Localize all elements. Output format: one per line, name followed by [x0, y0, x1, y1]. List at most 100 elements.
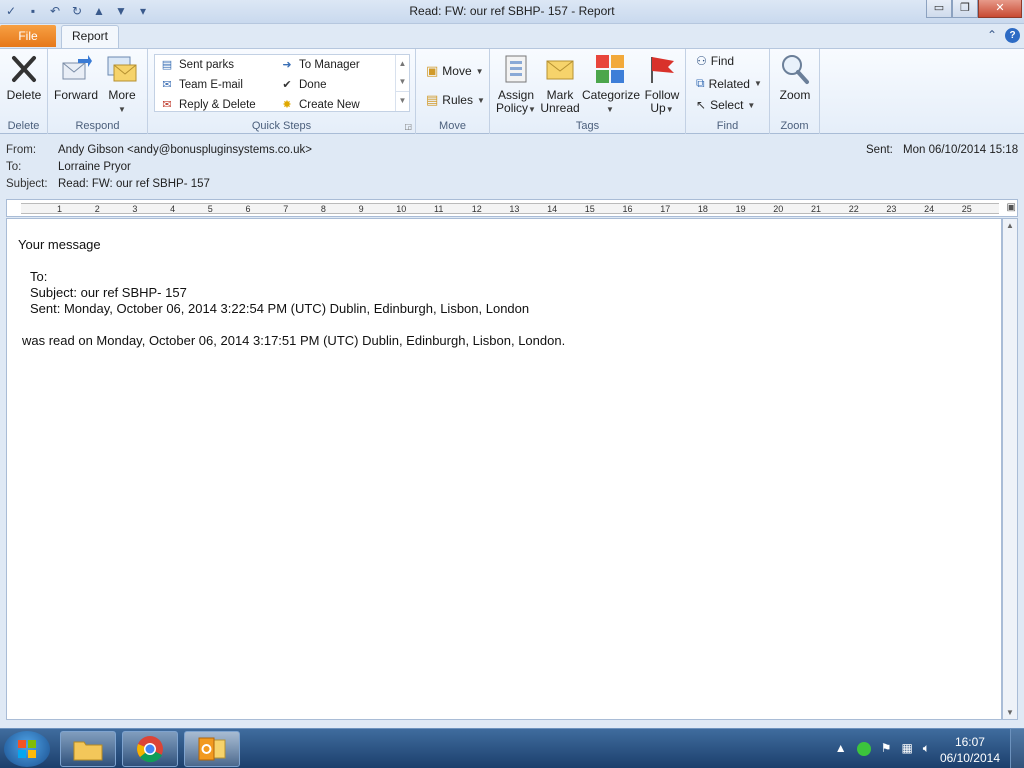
quick-steps-dialog-launcher-icon[interactable]: ◲: [404, 122, 412, 131]
from-value[interactable]: Andy Gibson <andy@bonuspluginsystems.co.…: [58, 144, 312, 156]
categorize-button[interactable]: Categorize ▼: [582, 53, 640, 116]
quick-steps-down-icon[interactable]: ▼: [396, 73, 409, 91]
ruler-tick-label: 15: [584, 204, 595, 214]
windows-logo-icon: [18, 740, 36, 758]
close-button[interactable]: ✕: [978, 0, 1022, 18]
body-scrollbar[interactable]: ▲ ▼: [1002, 218, 1018, 720]
show-desktop-button[interactable]: [1010, 729, 1024, 768]
group-quick-steps-label: Quick Steps: [251, 120, 312, 132]
group-zoom: Zoom Zoom: [770, 49, 820, 134]
quick-steps-scroll[interactable]: ▲ ▼ ▼: [395, 55, 409, 111]
subject-value: Read: FW: our ref SBHP- 157: [58, 178, 210, 190]
more-button[interactable]: More ▼: [100, 53, 144, 116]
ruler-scale: 1 2 3 4 5 6 7 8 9 10 11 12 13 14 15 16 17 18 19 20 21 22 23 24 2…: [21, 203, 999, 214]
forward-label: Forward: [54, 88, 99, 102]
tab-report[interactable]: Report: [61, 25, 119, 48]
quick-step-team-email[interactable]: ✉ Team E-mail: [159, 78, 243, 92]
folder-move-icon: ▤: [161, 59, 173, 71]
assign-policy-icon: [505, 55, 527, 83]
body-line-sent: Sent: Monday, October 06, 2014 3:22:54 P…: [30, 301, 530, 316]
action-center-flag-icon[interactable]: ⚑: [881, 741, 892, 756]
quick-step-to-manager[interactable]: ➜ To Manager: [279, 58, 359, 72]
to-value[interactable]: Lorraine Pryor: [58, 161, 131, 173]
folder-icon: [73, 741, 103, 761]
delete-label: Delete: [6, 88, 42, 102]
select-button[interactable]: ↖ Select ▼: [696, 98, 755, 112]
delete-button[interactable]: Delete: [2, 53, 46, 102]
rules-button[interactable]: ▤ Rules ▼: [426, 92, 485, 108]
categorize-icon: [596, 55, 624, 83]
ribbon-minimize-icon[interactable]: ⌃: [987, 28, 997, 43]
related-button[interactable]: ⧉ Related ▼: [696, 76, 762, 91]
quick-step-reply-delete[interactable]: ✉ Reply & Delete: [159, 98, 255, 112]
related-dropdown-icon: ▼: [753, 79, 762, 88]
message-header: From: Andy Gibson <andy@bonuspluginsyste…: [0, 134, 1024, 196]
ruler: 1 2 3 4 5 6 7 8 9 10 11 12 13 14 15 16 17 18 19 20 21 22 23 24 2…: [6, 199, 1018, 217]
network-icon[interactable]: ▦: [901, 741, 912, 756]
group-tags: Assign Policy▼ Mark Unread Categorize ▼ Fol…: [490, 49, 686, 134]
scroll-down-icon[interactable]: ▼: [1005, 708, 1015, 717]
move-button[interactable]: ▣ Move ▼: [426, 63, 484, 79]
forward-button[interactable]: Forward: [54, 53, 98, 102]
ruler-tick-label: 7: [283, 204, 289, 214]
rules-icon: ▤: [426, 92, 439, 107]
taskbar-explorer[interactable]: [60, 731, 116, 767]
ruler-tick-label: 16: [622, 204, 633, 214]
quick-steps-expand-icon[interactable]: ▼: [396, 91, 409, 109]
start-button[interactable]: [4, 731, 50, 767]
ruler-tick-label: 2: [94, 204, 100, 214]
follow-up-dropdown-icon: ▼: [665, 105, 674, 114]
ruler-tick-label: 18: [697, 204, 708, 214]
quick-step-done[interactable]: ✔ Done: [279, 78, 326, 92]
window-controls: ▭ ❐ ✕: [926, 0, 1022, 18]
mark-unread-button[interactable]: Mark Unread: [538, 53, 582, 115]
scroll-up-icon[interactable]: ▲: [1005, 221, 1015, 230]
delete-x-icon: [12, 56, 36, 82]
minimize-button[interactable]: ▭: [926, 0, 952, 18]
taskbar-chrome[interactable]: [122, 731, 178, 767]
help-icon[interactable]: ?: [1005, 28, 1020, 43]
checkmark-icon: ✔: [282, 79, 292, 91]
taskbar-outlook[interactable]: [184, 731, 240, 767]
tab-file[interactable]: File: [0, 25, 56, 47]
taskbar-clock[interactable]: 16:07 06/10/2014: [940, 734, 1000, 766]
more-label: More: [108, 88, 136, 102]
clock-time: 16:07: [954, 735, 985, 749]
volume-icon[interactable]: 🔈︎: [923, 741, 930, 756]
rules-dropdown-icon: ▼: [476, 95, 485, 105]
to-label: To:: [6, 161, 22, 173]
zoom-button[interactable]: Zoom: [773, 53, 817, 102]
ruler-toggle-icon[interactable]: ▣: [1007, 202, 1016, 213]
more-dropdown-icon: ▼: [118, 105, 126, 114]
ribbon: Delete Delete Forward More ▼ Respond ▤ Sen…: [0, 48, 1024, 134]
forward-envelope-icon: [62, 55, 92, 80]
find-button[interactable]: ⚇ Find: [696, 54, 734, 68]
ruler-tick-label: 11: [434, 204, 444, 214]
ruler-tick-label: 3: [132, 204, 138, 214]
sent-label: Sent:: [866, 144, 893, 156]
body-line-subject: Subject: our ref SBHP- 157: [30, 285, 187, 300]
title-bar: ✓ ▪ ↶ ↻ ▲ ▼ ▾ Read: FW: our ref SBHP- 15…: [0, 0, 1024, 24]
ruler-tick-label: 14: [547, 204, 558, 214]
quick-step-create-new[interactable]: ✸ Create New: [279, 98, 359, 112]
group-delete: Delete Delete: [0, 49, 48, 134]
show-hidden-icons-icon[interactable]: ▲: [835, 741, 847, 756]
ruler-tick-label: 9: [358, 204, 364, 214]
ruler-tick-label: 24: [924, 204, 935, 214]
ruler-tick-label: 8: [320, 204, 326, 214]
quick-steps-up-icon[interactable]: ▲: [396, 55, 409, 73]
quick-step-sent-parks[interactable]: ▤ Sent parks: [159, 58, 234, 72]
restore-button[interactable]: ❐: [952, 0, 978, 18]
group-move: ▣ Move ▼ ▤ Rules ▼ Move: [416, 49, 490, 134]
body-line-read: was read on Monday, October 06, 2014 3:1…: [22, 333, 566, 348]
team-email-icon: ✉: [162, 79, 172, 91]
select-cursor-icon: ↖: [696, 98, 707, 112]
status-green-icon[interactable]: [856, 742, 871, 756]
from-label: From:: [6, 144, 37, 156]
assign-policy-button[interactable]: Assign Policy▼: [494, 53, 538, 116]
select-dropdown-icon: ▼: [747, 100, 756, 110]
follow-up-button[interactable]: Follow Up▼: [640, 53, 684, 116]
ruler-tick-label: 23: [886, 204, 897, 214]
body-line-to: To:: [30, 269, 48, 284]
message-body[interactable]: Your message To: Subject: our ref SBHP- …: [6, 218, 1002, 720]
